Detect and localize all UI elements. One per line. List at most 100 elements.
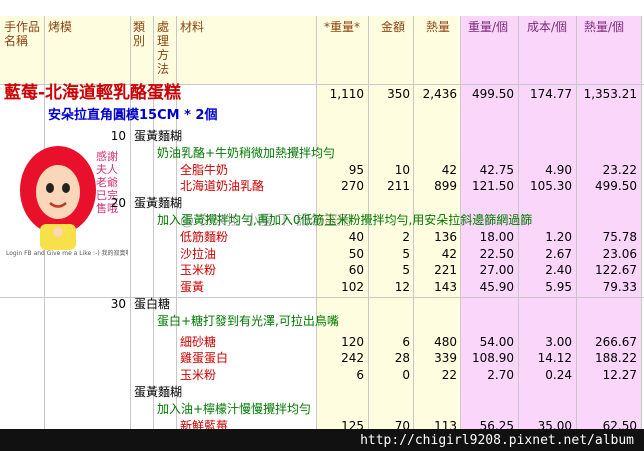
ingredient-heat: 339 — [434, 351, 457, 365]
ingredient-weight: 6 — [356, 368, 364, 382]
spreadsheet: 手作品名稱 烤模 類別 處理方法 材料 *重量* 金額 熱量 重量/個 成本/個… — [0, 0, 644, 451]
ingredient-amount: 28 — [394, 351, 410, 365]
ingredient-amount: 0 — [402, 368, 410, 382]
ingredient-weight: 270 — [341, 179, 364, 193]
grid-line — [153, 16, 154, 429]
ingredient-heat-per: 23.22 — [602, 163, 637, 177]
ingredient-heat: 221 — [434, 263, 457, 277]
ingredient-weight-per: 45.90 — [479, 280, 514, 294]
ingredient-weight-per: 54.00 — [479, 335, 514, 349]
ingredient-weight-per: 27.00 — [479, 263, 514, 277]
ingredient-weight-per: 108.90 — [472, 351, 514, 365]
ingredient-amount: 211 — [387, 179, 410, 193]
ingredient-name: 沙拉油 — [180, 247, 217, 261]
ingredient-amount: 6 — [402, 335, 410, 349]
ingredient-heat-per: 122.67 — [595, 263, 637, 277]
ingredient-cost-per: 5.95 — [545, 280, 572, 294]
ingredient-weight-per: 42.75 — [479, 163, 514, 177]
avatar-subtext: Login FB and Give me a Like :-) 我的寂寞啊 — [6, 250, 128, 257]
category-number: 20 — [110, 196, 126, 210]
total-heat: 2,436 — [422, 87, 457, 101]
total-weight: 1,110 — [329, 87, 364, 101]
ingredient-heat: 480 — [434, 335, 457, 349]
section-label: 蛋白糖 — [134, 297, 171, 311]
ingredient-heat: 42 — [441, 163, 457, 177]
ingredient-name: 細砂糖 — [180, 335, 217, 349]
ingredient-name: 低筋麵粉 — [180, 230, 229, 244]
ingredient-heat-per: 75.78 — [602, 230, 637, 244]
ingredient-name: 全脂牛奶 — [180, 163, 229, 177]
footer-url[interactable]: http://chigirl9208.pixnet.net/album — [360, 433, 634, 448]
ingredient-cost-per: 14.12 — [537, 351, 572, 365]
ingredient-weight: 40 — [348, 230, 364, 244]
header-method: 處理方法 — [157, 20, 170, 76]
header-category: 類別 — [133, 20, 146, 48]
ingredient-heat-per: 266.67 — [595, 335, 637, 349]
ingredient-heat: 42 — [441, 247, 457, 261]
grid-line — [641, 16, 642, 429]
ingredient-weight: 50 — [348, 247, 364, 261]
ingredient-heat-per: 23.06 — [602, 247, 637, 261]
ingredient-amount: 2 — [402, 230, 410, 244]
section-divider — [0, 297, 644, 298]
ingredient-heat: 899 — [434, 179, 457, 193]
header-heat: 熱量 — [426, 20, 451, 34]
ingredient-weight: 242 — [341, 351, 364, 365]
ingredient-cost-per: 2.67 — [545, 247, 572, 261]
ingredient-heat-per: 12.27 — [602, 368, 637, 382]
process-note: 加入蛋黃攪拌均勻,再加入0低筋玉米粉攪拌均勻,用安朵拉斜邊篩網過篩 — [157, 213, 533, 227]
ingredient-weight-per: 2.70 — [487, 368, 514, 382]
ingredient-name: 北海道奶油乳酪 — [180, 179, 265, 193]
header-weight: *重量* — [324, 20, 361, 34]
ingredient-weight-per: 18.00 — [479, 230, 514, 244]
ingredient-name: 玉米粉 — [180, 368, 217, 382]
ingredient-heat: 143 — [434, 280, 457, 294]
ingredient-weight: 95 — [348, 163, 364, 177]
ingredient-heat: 136 — [434, 230, 457, 244]
process-note: 蛋白+糖打發到有光澤,可拉出鳥嘴 — [157, 314, 339, 328]
category-number: 10 — [110, 129, 126, 143]
ingredient-cost-per: 2.40 — [545, 263, 572, 277]
ingredient-amount: 12 — [394, 280, 410, 294]
ingredient-cost-per: 4.90 — [545, 163, 572, 177]
process-note: 加入油+檸檬汁慢慢攪拌均勻 — [157, 402, 312, 416]
process-note: 奶油乳酪+牛奶稍微加熱攪拌均勻 — [157, 146, 336, 160]
header-cost-per: 成本/個 — [527, 20, 568, 34]
total-amount: 350 — [387, 87, 410, 101]
ingredient-weight: 120 — [341, 335, 364, 349]
ingredient-name: 玉米粉 — [180, 263, 217, 277]
ingredient-heat: 22 — [441, 368, 457, 382]
ingredient-weight: 102 — [341, 280, 364, 294]
header-weight-per: 重量/個 — [468, 20, 509, 34]
header-heat-per: 熱量/個 — [584, 20, 625, 34]
mold-label: 安朵拉直角圓模15CM * 2個 — [48, 108, 218, 123]
footer-bar: http://chigirl9208.pixnet.net/album — [0, 429, 644, 451]
ingredient-weight-per: 22.50 — [479, 247, 514, 261]
ingredient-heat-per: 499.50 — [595, 179, 637, 193]
ingredient-cost-per: 1.20 — [545, 230, 572, 244]
ingredient-cost-per: 0.24 — [545, 368, 572, 382]
recipe-title: 藍莓-北海道輕乳酪蛋糕 — [4, 83, 182, 103]
grid-line — [130, 16, 131, 429]
ingredient-amount: 5 — [402, 247, 410, 261]
section-label: 蛋黃麵糊 — [134, 129, 183, 143]
total-heat-per: 1,353.21 — [583, 87, 637, 101]
ingredient-cost-per: 3.00 — [545, 335, 572, 349]
section-label: 蛋黃麵糊 — [134, 385, 183, 399]
ingredient-name: 雞蛋蛋白 — [180, 351, 229, 365]
header-mold: 烤模 — [48, 20, 73, 34]
ingredient-heat-per: 79.33 — [602, 280, 637, 294]
section-label: 蛋黃麵糊 — [134, 196, 183, 210]
total-cost-per: 174.77 — [530, 87, 572, 101]
category-number: 30 — [110, 297, 126, 311]
header-name: 手作品名稱 — [4, 20, 41, 48]
ingredient-heat-per: 188.22 — [595, 351, 637, 365]
header-material: 材料 — [180, 20, 205, 34]
ingredient-amount: 5 — [402, 263, 410, 277]
header-amount: 金額 — [381, 20, 406, 34]
ingredient-name: 蛋黃 — [180, 280, 205, 294]
total-weight-per: 499.50 — [472, 87, 514, 101]
ingredient-amount: 10 — [394, 163, 410, 177]
ingredient-cost-per: 105.30 — [530, 179, 572, 193]
ingredient-weight-per: 121.50 — [472, 179, 514, 193]
